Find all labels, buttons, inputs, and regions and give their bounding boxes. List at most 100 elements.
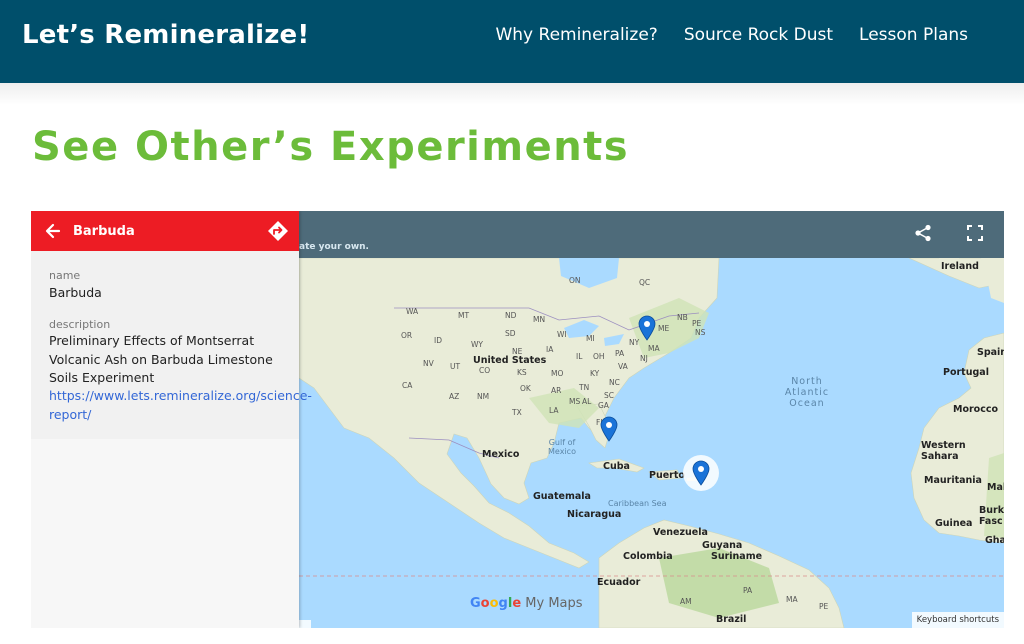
label-mauritania: Mauritania [924,475,982,486]
label-nicaragua: Nicaragua [567,509,622,520]
nav-lesson-plans[interactable]: Lesson Plans [859,25,968,45]
science-report-link[interactable]: https://www.lets.remineralize.org/scienc… [49,387,312,424]
feature-detail-panel: Barbuda name Barbuda description Prelimi… [31,211,312,628]
main-nav: Why Remineralize? Source Rock Dust Lesso… [495,25,968,45]
label-sc: SC [604,391,614,400]
label-nm: NM [477,392,490,401]
label-pe: PE [692,319,702,328]
label-ecuador: Ecuador [597,577,641,588]
panel-details: name Barbuda description Preliminary Eff… [31,251,312,439]
name-value: Barbuda [49,285,102,300]
label-ns: NS [695,328,706,337]
panel-title: Barbuda [73,224,135,239]
panel-header: Barbuda [31,211,299,251]
label-ms: MS [569,397,581,406]
label-oh: OH [593,352,605,361]
label-mi: MI [586,334,595,343]
nav-why-remineralize[interactable]: Why Remineralize? [495,25,657,45]
label-venezuela: Venezuela [653,527,708,538]
map-embed: Barbuda name Barbuda description Prelimi… [31,211,1004,628]
label-mali: Mali [987,482,1004,493]
label-am: AM [680,597,692,606]
label-nj: NJ [640,354,648,363]
label-nc: NC [609,378,620,387]
label-guyana: Guyana [702,540,743,551]
label-puerto-rico: Puerto [649,470,685,481]
label-ok: OK [520,384,531,393]
label-caribbean-sea: Caribbean Sea [608,499,667,508]
directions-icon[interactable] [267,220,289,242]
label-ca: CA [402,381,413,390]
label-sd: SD [505,329,516,338]
barbuda-pin[interactable] [692,460,710,486]
florida-pin[interactable] [600,416,618,442]
panel-empty-area [31,439,299,628]
label-united-states: United States [473,355,547,366]
site-brand[interactable]: Let’s Remineralize! [22,20,309,50]
label-western-sahara: Western Sahara [921,440,966,462]
label-pe-br: PE [819,602,829,611]
label-gulf-of-mexico: Gulf of Mexico [548,438,576,456]
label-ar: AR [551,386,562,395]
keyboard-shortcuts-link[interactable]: Keyboard shortcuts [911,612,1004,628]
label-guinea: Guinea [935,518,973,529]
label-wy: WY [471,340,483,349]
label-wa: WA [406,307,419,316]
name-label: name [49,269,81,282]
label-al: AL [582,397,592,406]
label-ghana: Gha [985,535,1004,546]
massachusetts-pin[interactable] [638,315,656,341]
label-ia: IA [546,345,554,354]
label-on: ON [569,276,581,285]
label-ut: UT [450,362,461,371]
label-mexico: Mexico [482,449,520,460]
header-shadow [0,83,1024,105]
label-ga: GA [598,401,609,410]
label-co: CO [479,366,491,375]
label-suriname: Suriname [711,551,763,562]
label-portugal: Portugal [943,367,989,378]
page-title: See Other’s Experiments [32,124,630,170]
label-me: ME [658,324,670,333]
label-ma-br: MA [786,595,798,604]
label-az: AZ [449,392,460,401]
label-pa: PA [615,349,625,358]
label-or: OR [401,331,413,340]
create-own-map-link[interactable]: ate your own. [299,242,369,252]
label-wi: WI [557,330,567,339]
label-tx: TX [512,408,522,417]
map-basemap [299,258,1004,628]
label-tn: TN [579,383,590,392]
arrow-back-icon[interactable] [43,221,63,241]
label-ky: KY [590,369,600,378]
description-value: Preliminary Effects of Montserrat Volcan… [49,333,273,385]
site-header: Let’s Remineralize! Why Remineralize? So… [0,0,1024,83]
label-nb: NB [677,313,688,322]
label-mt: MT [458,311,470,320]
label-la: LA [549,406,559,415]
label-guatemala: Guatemala [533,491,591,502]
label-spain: Spain [977,347,1004,358]
label-north-atlantic-ocean: North Atlantic Ocean [784,376,830,409]
description-label: description [49,318,111,331]
label-cuba: Cuba [603,461,630,472]
label-colombia: Colombia [623,551,673,562]
map-toolbar: ate your own. [299,211,1004,258]
label-burkina-faso: Burki Fasc [979,505,1004,527]
map-canvas[interactable]: Ireland ON QC NB PE ME NS WA MT ND MN OR… [299,258,1004,628]
label-nv: NV [423,359,434,368]
label-mn: MN [533,315,546,324]
fullscreen-icon[interactable] [966,224,984,242]
scale-control [299,620,311,628]
label-va: VA [618,362,628,371]
label-ireland: Ireland [941,261,979,272]
nav-source-rock-dust[interactable]: Source Rock Dust [684,25,833,45]
label-brazil: Brazil [716,614,747,625]
label-morocco: Morocco [953,404,998,415]
label-ks: KS [517,368,527,377]
share-icon[interactable] [914,224,932,242]
label-id: ID [434,336,442,345]
label-qc: QC [639,278,651,287]
label-il: IL [576,352,583,361]
label-pa-br: PA [743,586,753,595]
